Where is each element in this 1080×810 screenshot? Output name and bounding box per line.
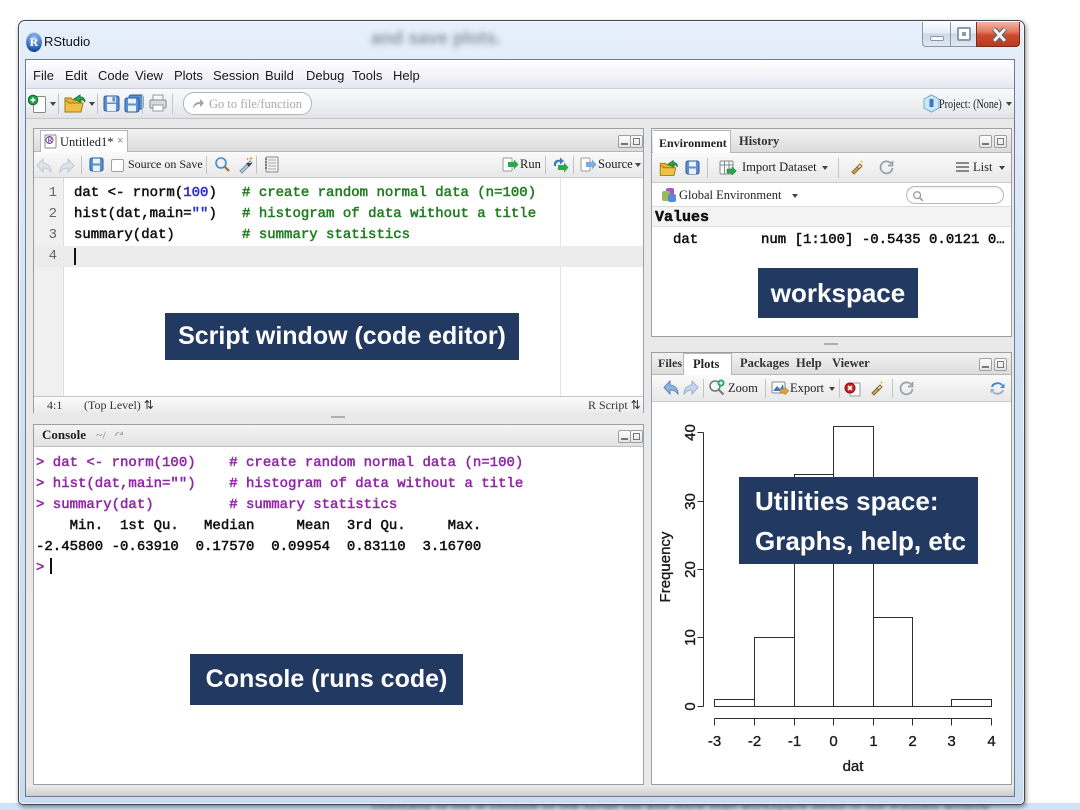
svg-text:10: 10: [682, 629, 699, 646]
svg-text:20: 20: [682, 561, 699, 578]
svg-text:4: 4: [987, 733, 995, 750]
svg-text:40: 40: [682, 424, 699, 441]
svg-text:dat: dat: [843, 758, 865, 775]
svg-text:2: 2: [908, 733, 916, 750]
svg-text:0: 0: [829, 733, 837, 750]
svg-text:Frequency: Frequency: [660, 531, 674, 602]
svg-text:0: 0: [682, 702, 699, 710]
svg-text:1: 1: [869, 733, 877, 750]
svg-text:-3: -3: [708, 733, 721, 750]
svg-text:3: 3: [947, 733, 955, 750]
svg-text:30: 30: [682, 493, 699, 510]
svg-text:-2: -2: [748, 733, 761, 750]
svg-text:-1: -1: [788, 733, 801, 750]
